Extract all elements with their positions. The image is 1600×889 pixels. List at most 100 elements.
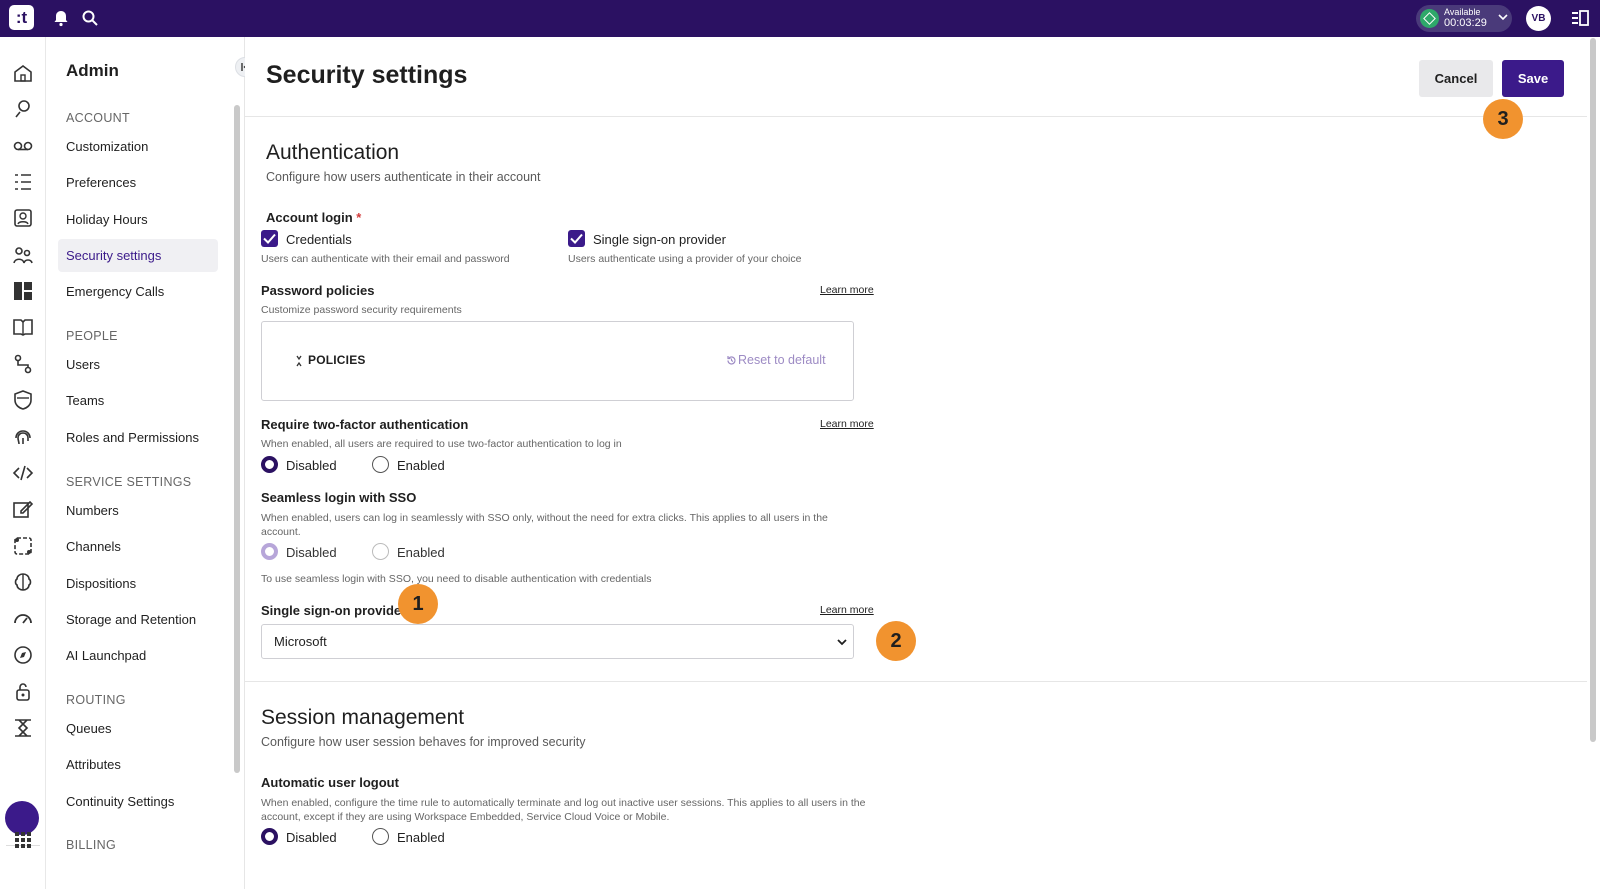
sidebar-item-users[interactable]: Users	[58, 348, 218, 381]
main-scrollbar[interactable]	[1590, 38, 1596, 742]
contacts-icon[interactable]	[12, 207, 34, 229]
dashboard-icon[interactable]	[12, 280, 34, 302]
checkmark-icon	[570, 233, 583, 244]
sidebar-item-teams[interactable]: Teams	[58, 384, 218, 417]
sso-label: Single sign-on provider	[593, 232, 726, 247]
status-label: Available	[1444, 7, 1481, 17]
authentication-subtitle: Configure how users authenticate in thei…	[266, 170, 541, 184]
agent-icon[interactable]	[12, 717, 34, 739]
sidebar-item-attributes[interactable]: Attributes	[58, 748, 218, 781]
policies-panel[interactable]: POLICIES Reset to default	[261, 321, 854, 401]
sidebar-item-holiday-hours[interactable]: Holiday Hours	[58, 203, 218, 236]
section-service-settings: SERVICE SETTINGS	[66, 475, 192, 489]
password-policies-learn-more[interactable]: Learn more	[820, 284, 874, 296]
two-factor-disabled-radio[interactable]	[261, 456, 278, 473]
top-bar: :t Available 00:03:29 VB	[0, 0, 1600, 37]
reset-to-default-button[interactable]: Reset to default	[738, 353, 826, 367]
app-logo[interactable]: :t	[9, 5, 34, 30]
sso-provider-select[interactable]: Microsoft	[261, 624, 854, 659]
seamless-sso-disabled-radio	[261, 543, 278, 560]
flow-icon[interactable]	[12, 353, 34, 375]
settings-icon[interactable]	[11, 754, 33, 776]
sidebar-item-preferences[interactable]: Preferences	[58, 166, 218, 199]
status-selector[interactable]: Available 00:03:29	[1416, 5, 1512, 32]
sidebar-item-channels[interactable]: Channels	[58, 530, 218, 563]
two-factor-learn-more[interactable]: Learn more	[820, 418, 874, 430]
policies-title: POLICIES	[308, 353, 366, 367]
status-indicator-icon	[1420, 9, 1439, 28]
sidebar-item-security-settings[interactable]: Security settings	[58, 239, 218, 272]
section-billing: BILLING	[66, 838, 117, 852]
password-policies-help: Customize password security requirements	[261, 304, 462, 316]
book-icon[interactable]	[12, 316, 34, 338]
expand-collapse-icon	[296, 355, 302, 367]
sidebar-item-ai-launchpad[interactable]: AI Launchpad	[58, 639, 218, 672]
security-icon[interactable]	[12, 680, 34, 702]
cancel-button[interactable]: Cancel	[1419, 60, 1493, 97]
auto-logout-enabled-label: Enabled	[397, 830, 445, 845]
navigation-rail	[0, 37, 46, 889]
search-icon[interactable]	[81, 9, 99, 27]
seamless-sso-enabled-radio	[372, 543, 389, 560]
reset-icon	[727, 356, 736, 365]
credentials-label: Credentials	[286, 232, 352, 247]
panel-toggle-icon[interactable]	[1571, 9, 1589, 27]
auto-logout-label: Automatic user logout	[261, 775, 399, 790]
sidebar-item-roles-permissions[interactable]: Roles and Permissions	[58, 421, 218, 454]
auto-logout-help: When enabled, configure the time rule to…	[261, 797, 866, 823]
password-policies-label: Password policies	[261, 283, 375, 298]
sidebar-item-storage-retention[interactable]: Storage and Retention	[58, 603, 218, 636]
home-icon[interactable]	[12, 62, 34, 84]
sidebar-scrollbar[interactable]	[234, 105, 240, 773]
automation-icon[interactable]	[12, 535, 34, 557]
avatar[interactable]: VB	[1526, 6, 1551, 31]
sidebar-item-customization[interactable]: Customization	[58, 130, 218, 163]
annotation-badge-3: 3	[1483, 99, 1523, 139]
chevron-down-icon	[837, 639, 847, 646]
checkmark-icon	[263, 233, 276, 244]
sidebar-item-continuity-settings[interactable]: Continuity Settings	[58, 785, 218, 818]
seamless-sso-note: To use seamless login with SSO, you need…	[261, 573, 652, 585]
two-factor-enabled-label: Enabled	[397, 458, 445, 473]
account-login-label: Account login *	[266, 210, 362, 225]
code-icon[interactable]	[12, 462, 34, 484]
sidebar-item-emergency-calls[interactable]: Emergency Calls	[58, 275, 218, 308]
sidebar-item-numbers[interactable]: Numbers	[58, 494, 218, 527]
main-content: Security settings Cancel Save Authentica…	[245, 37, 1587, 889]
sso-provider-learn-more[interactable]: Learn more	[820, 604, 874, 616]
brain-icon[interactable]	[12, 571, 34, 593]
sidebar-title: Admin	[66, 61, 119, 80]
section-account: ACCOUNT	[66, 111, 130, 125]
sidebar-item-queues[interactable]: Queues	[58, 712, 218, 745]
auto-logout-disabled-radio[interactable]	[261, 828, 278, 845]
bell-icon[interactable]	[52, 9, 70, 27]
sso-provider-label: Single sign-on provider	[261, 603, 407, 618]
auto-logout-enabled-radio[interactable]	[372, 828, 389, 845]
gauge-icon[interactable]	[12, 607, 34, 629]
list-icon[interactable]	[12, 171, 34, 193]
two-factor-enabled-radio[interactable]	[372, 456, 389, 473]
annotation-badge-1: 1	[398, 584, 438, 624]
seamless-sso-label: Seamless login with SSO	[261, 490, 417, 505]
session-heading: Session management	[261, 706, 465, 729]
status-timer: 00:03:29	[1444, 17, 1487, 29]
header-divider	[245, 116, 1587, 117]
voicemail-icon[interactable]	[12, 135, 34, 157]
two-factor-disabled-label: Disabled	[286, 458, 337, 473]
session-subtitle: Configure how user session behaves for i…	[261, 735, 586, 749]
two-factor-help: When enabled, all users are required to …	[261, 438, 622, 450]
edit-icon[interactable]	[12, 498, 34, 520]
compass-icon[interactable]	[12, 644, 34, 666]
fingerprint-icon[interactable]	[12, 426, 34, 448]
shield-icon[interactable]	[12, 389, 34, 411]
auto-logout-disabled-label: Disabled	[286, 830, 337, 845]
credentials-checkbox[interactable]	[261, 230, 278, 247]
apps-grid-icon[interactable]	[12, 829, 34, 851]
sso-checkbox[interactable]	[568, 230, 585, 247]
save-button[interactable]: Save	[1502, 60, 1564, 97]
page-title: Security settings	[266, 61, 468, 89]
people-icon[interactable]	[12, 244, 34, 266]
section-routing: ROUTING	[66, 693, 126, 707]
sidebar-item-dispositions[interactable]: Dispositions	[58, 567, 218, 600]
conversation-icon[interactable]	[12, 98, 34, 120]
